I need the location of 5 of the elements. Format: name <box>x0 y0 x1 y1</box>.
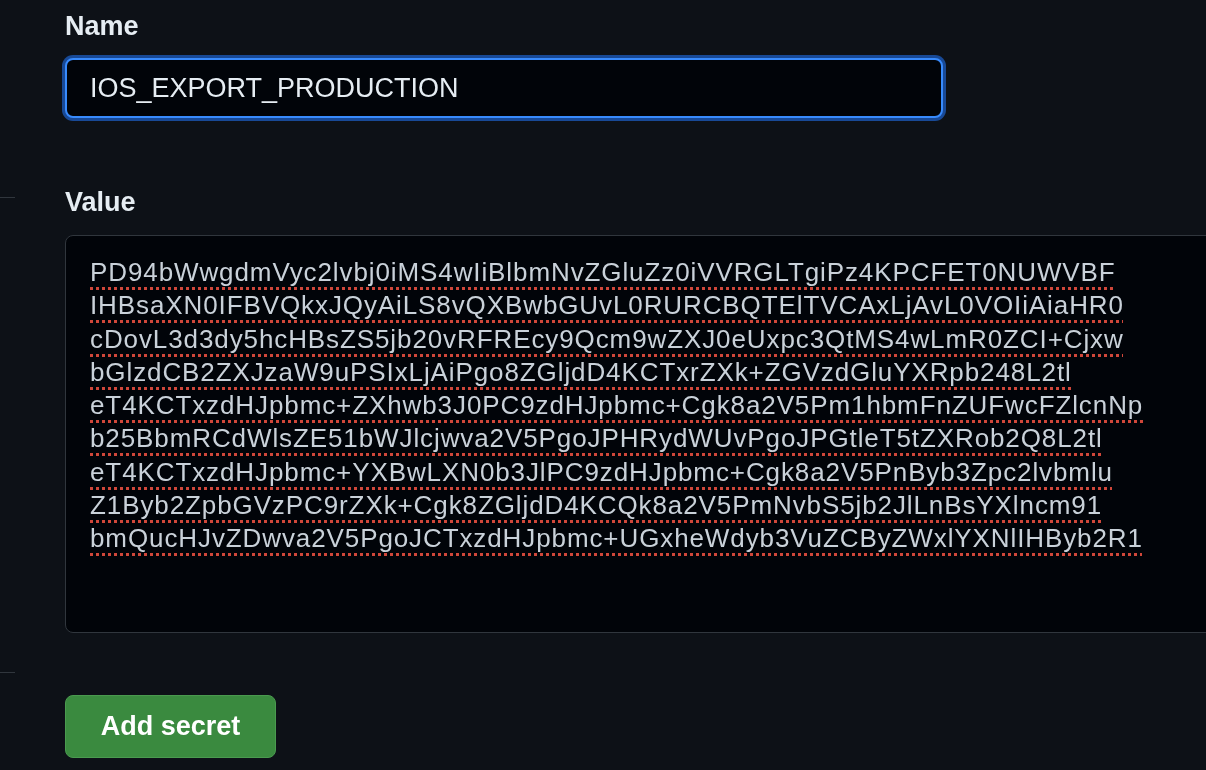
add-secret-button[interactable]: Add secret <box>65 695 276 758</box>
name-input[interactable]: IOS_EXPORT_PRODUCTION <box>65 58 943 118</box>
field-label: Value <box>65 186 137 219</box>
value-textarea[interactable]: PD94bWwgdmVyc2lvbj0iMS4wIiBlbmNvZGluZz0iVVRGLTgiPz4KPCFET0NUWVBF IHBsaXN0IFBVQkxJQyAiLS8vQXBwbGUvL0RURCBQTElTVCAxLjAvL0VOIiAiaHR0 cDovL3d3dy5hcHBsZS5jb20vRFREcy9Qcm9wZXJ0eUxpc3QtMS4wLmR0ZCI+Cjxw bGlzdCB2ZXJzaW9uPSIxLjAiPgo8ZGljdD4KCTxrZXk+ZGVzdGluYXRpb248L2tl eT4KCTxzdHJpbmc+ZXhwb3J0PC9zdHJpbmc+Cgk8a2V5Pm1hbmFnZUFwcFZlcnNp b25BbmRCdWlsZE51bWJlcjwva2V5PgoJPHRydWUvPgoJPGtleT5tZXRob2Q8L2tl eT4KCTxzdHJpbmc+YXBwLXN0b3JlPC9zdHJpbmc+Cgk8a2V5PnByb3Zpc2lvbmlu Z1Byb2ZpbGVzPC9rZXk+Cgk8ZGljdD4KCQk8a2V5PmNvbS5jb2JlLnBsYXlncm91 bmQucHJvZDwva2V5PgoJCTxzdHJpbmc+UGxheWdyb3VuZCByZWxlYXNlIHByb2R1 <box>65 235 1206 633</box>
field-label: Name <box>65 10 140 43</box>
